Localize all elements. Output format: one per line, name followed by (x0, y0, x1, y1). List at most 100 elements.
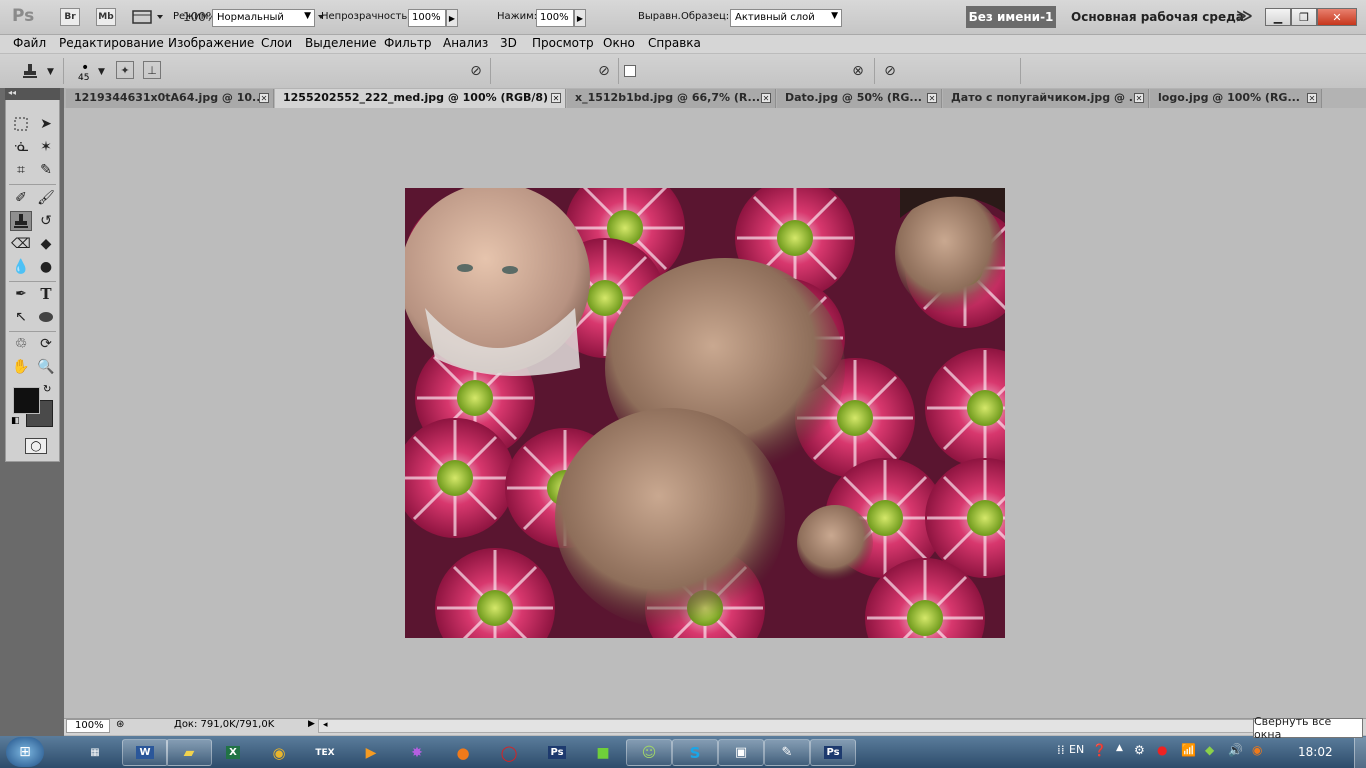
menu-view[interactable]: Просмотр (532, 36, 594, 50)
aligned-checkbox[interactable] (624, 65, 636, 77)
brush-tool[interactable]: 🖌 (35, 188, 57, 208)
eraser-tool[interactable]: ⌫ (10, 234, 32, 254)
document-title-button[interactable]: Без имени-1 (966, 6, 1056, 28)
tab-document-5[interactable]: Дато с попугайчиком.jpg @ ... ✕ (943, 89, 1149, 108)
tab-document-4[interactable]: Dato.jpg @ 50% (RG... ✕ (777, 89, 942, 108)
close-tab-icon[interactable]: ✕ (927, 93, 937, 103)
flow-input[interactable]: 100% (536, 9, 574, 27)
quick-selection-tool[interactable]: ✶ (35, 137, 57, 157)
scroll-left-icon[interactable]: ◂ (323, 720, 328, 730)
taskbar-calc[interactable]: ▦ (72, 739, 118, 766)
close-button[interactable]: ✕ (1317, 8, 1357, 26)
menu-window[interactable]: Окно (603, 36, 635, 50)
tray-leaf-icon[interactable]: ◆ (1205, 743, 1214, 757)
ellipse-tool[interactable] (35, 307, 57, 327)
eyedropper-tool[interactable]: ✎ (35, 160, 57, 180)
tab-document-1[interactable]: 1219344631x0tA64.jpg @ 10... ✕ (66, 89, 274, 108)
taskbar-app-window[interactable]: ▣ (718, 739, 764, 766)
brush-panel-button[interactable]: ✦ (116, 61, 134, 79)
collapse-arrows-icon[interactable]: ◂◂ (8, 88, 16, 97)
taskbar-app-spider[interactable]: ✸ (394, 739, 440, 766)
horizontal-scrollbar[interactable]: ◂ (318, 719, 1258, 733)
clock[interactable]: 18:02 (1298, 745, 1333, 759)
pressure-opacity-button[interactable]: ⊘ (466, 61, 486, 81)
taskbar-explorer[interactable]: ▰ (166, 739, 212, 766)
ignore-adjustment-layers-button[interactable]: ⊗ (848, 61, 868, 81)
menu-select[interactable]: Выделение (305, 36, 376, 50)
taskbar-tex[interactable]: TEX (302, 739, 348, 766)
bridge-button[interactable]: Br (60, 8, 80, 26)
clone-stamp-tool[interactable] (10, 211, 32, 231)
taskbar-firefox[interactable]: ● (440, 739, 486, 766)
status-info-icon[interactable]: ⊛ (116, 719, 124, 730)
help-icon[interactable]: ❓ (1092, 743, 1107, 757)
hand-tool[interactable]: ✋ (10, 357, 32, 377)
taskbar-chrome[interactable]: ◉ (256, 739, 302, 766)
foreground-color-swatch[interactable] (13, 387, 40, 414)
sample-select[interactable]: Активный слой ▼ (730, 9, 842, 27)
close-tab-icon[interactable]: ✕ (1134, 93, 1144, 103)
close-tab-icon[interactable]: ✕ (761, 93, 771, 103)
healing-brush-tool[interactable]: ✐ (10, 188, 32, 208)
paint-bucket-tool[interactable]: ◆ (35, 234, 57, 254)
start-button[interactable]: ⊞ (6, 737, 44, 767)
tab-document-6[interactable]: logo.jpg @ 100% (RG... ✕ (1150, 89, 1322, 108)
close-tab-icon[interactable]: ✕ (551, 93, 561, 103)
clone-source-button[interactable]: ⊥ (143, 61, 161, 79)
status-zoom-input[interactable]: 100% (66, 719, 110, 733)
menu-filter[interactable]: Фильтр (384, 36, 431, 50)
menu-3d[interactable]: 3D (500, 36, 517, 50)
opacity-input[interactable]: 100% (408, 9, 446, 27)
menu-edit[interactable]: Редактирование (59, 36, 164, 50)
close-tab-icon[interactable]: ✕ (259, 93, 269, 103)
pressure-size-button[interactable]: ⊘ (880, 61, 900, 81)
menu-file[interactable]: Файл (13, 36, 46, 50)
brush-size[interactable]: 45 (78, 73, 89, 83)
dodge-tool[interactable]: ● (35, 257, 57, 277)
toolbox-header[interactable]: ◂◂ (5, 88, 60, 100)
zoom-tool[interactable]: 🔍 (35, 357, 57, 377)
taskbar-media[interactable]: ▶ (348, 739, 394, 766)
3d-rotate-tool[interactable]: ♲ (10, 334, 32, 354)
restore-button[interactable]: ❐ (1291, 8, 1317, 26)
taskbar-paint[interactable]: ✎ (764, 739, 810, 766)
pen-tool[interactable]: ✒ (10, 284, 32, 304)
flow-slider-button[interactable]: ▶ (574, 9, 586, 27)
taskbar-word[interactable]: W (122, 739, 168, 766)
taskbar-contacts[interactable]: ☺ (626, 739, 672, 766)
tab-document-2[interactable]: 1255202552_222_med.jpg @ 100% (RGB/8) * ✕ (275, 89, 566, 108)
taskbar-excel[interactable]: X (210, 739, 256, 766)
lasso-tool[interactable]: ᓍ (10, 137, 32, 157)
crop-tool[interactable]: ⌗ (10, 160, 32, 180)
taskbar-photoshop-pin[interactable]: Ps (534, 739, 580, 766)
path-selection-tool[interactable]: ↖ (10, 307, 32, 327)
marquee-tool[interactable] (10, 114, 32, 134)
tray-settings-icon[interactable]: ⚙ (1134, 743, 1145, 757)
menu-layers[interactable]: Слои (261, 36, 292, 50)
taskbar-app-green[interactable]: ■ (580, 739, 626, 766)
document-image[interactable] (405, 188, 1005, 638)
show-desktop-button[interactable] (1354, 737, 1366, 768)
tool-preset-dropdown-icon[interactable]: ▼ (47, 67, 54, 77)
blur-tool[interactable]: 💧 (10, 257, 32, 277)
clone-stamp-preset-icon[interactable] (20, 61, 40, 81)
mini-bridge-button[interactable]: Mb (96, 8, 116, 26)
opacity-slider-button[interactable]: ▶ (446, 9, 458, 27)
taskbar-skype[interactable]: S (672, 739, 718, 766)
3d-orbit-tool[interactable]: ⟳ (35, 334, 57, 354)
history-brush-tool[interactable]: ↺ (35, 211, 57, 231)
menu-help[interactable]: Справка (648, 36, 701, 50)
tab-document-3[interactable]: x_1512b1bd.jpg @ 66,7% (R... ✕ (567, 89, 776, 108)
tray-app-icon[interactable]: ◉ (1252, 743, 1262, 757)
swap-colors-icon[interactable]: ↻ (43, 384, 51, 395)
type-tool[interactable]: T (35, 284, 57, 304)
taskbar-photoshop[interactable]: Ps (810, 739, 856, 766)
quick-mask-button[interactable]: ◯ (25, 438, 47, 454)
status-menu-arrow-icon[interactable]: ▶ (308, 719, 315, 729)
language-indicator[interactable]: EN (1069, 743, 1084, 756)
view-extras-button[interactable] (132, 9, 166, 28)
airbrush-button[interactable]: ⊘ (594, 61, 614, 81)
taskbar-opera[interactable]: ◯ (486, 739, 532, 766)
tray-dots-icon[interactable]: ⁞⁞ (1057, 743, 1065, 757)
menu-analysis[interactable]: Анализ (443, 36, 488, 50)
